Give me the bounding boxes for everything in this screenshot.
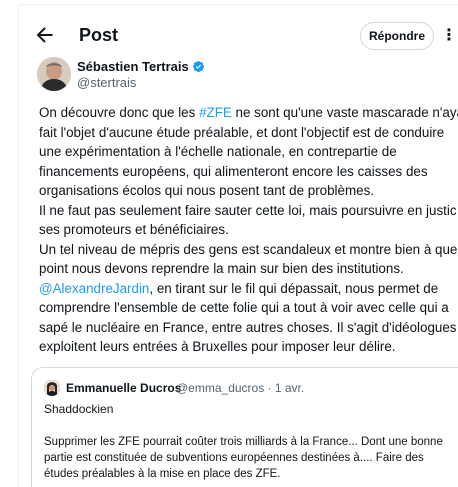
quoted-line: partie est constituée de subventions eur… bbox=[44, 452, 424, 464]
post-text-segment: ne sont qu'une vaste mascarade n'aya bbox=[231, 105, 458, 120]
post-line: ses promoteurs et bénéficiaires. bbox=[39, 222, 229, 237]
quoted-line: études préalables à la mise en place des… bbox=[44, 468, 281, 480]
post-line: fait l'objet d'aucune étude préalable, e… bbox=[39, 124, 445, 140]
post-text: On découvre donc que les #ZFE ne sont qu… bbox=[39, 103, 458, 357]
post-text-segment: On découvre donc que les bbox=[39, 105, 200, 120]
post-line: @AlexandreJardin, en tirant sur le fil q… bbox=[39, 279, 458, 299]
author-handle[interactable]: @stertrais bbox=[77, 75, 136, 90]
post-author: Sébastien Tertrais @stertrais bbox=[33, 57, 453, 97]
post-line: Il ne faut pas seulement faire sauter ce… bbox=[39, 202, 457, 218]
post-line: une expérimentation à l'échelle national… bbox=[39, 144, 397, 159]
author-name-text[interactable]: Sébastien Tertrais bbox=[77, 59, 189, 74]
page-title: Post bbox=[79, 25, 119, 45]
post-line: sapé le nucléaire en France, entre autre… bbox=[39, 319, 458, 335]
top-bar: Post Répondre ⋮ bbox=[19, 13, 458, 57]
post-line: On découvre donc que les #ZFE ne sont qu… bbox=[39, 103, 458, 123]
verified-badge-icon bbox=[192, 60, 205, 73]
post-line: comprendre l'ensemble de cette folie qui… bbox=[39, 300, 449, 315]
hashtag-link[interactable]: #ZFE bbox=[199, 105, 232, 120]
quoted-avatar[interactable] bbox=[44, 380, 60, 396]
quoted-post[interactable]: Emmanuelle Ducros @emma_ducros · 1 avr. … bbox=[31, 367, 458, 487]
back-arrow-icon[interactable] bbox=[33, 23, 57, 47]
author-name[interactable]: Sébastien Tertrais bbox=[77, 59, 205, 74]
post-view: Post Répondre ⋮ Sébastien Tertrais @ster… bbox=[18, 4, 458, 487]
reply-button[interactable]: Répondre bbox=[360, 22, 434, 50]
mention-link[interactable]: @AlexandreJardin bbox=[39, 281, 149, 296]
post-line: financements européens, qui alimenteront… bbox=[39, 163, 428, 179]
more-vertical-icon[interactable]: ⋮ bbox=[441, 25, 457, 45]
post-text-segment: , en tirant sur le fil qui dépassait, no… bbox=[149, 280, 439, 296]
post-line: organisations écolos qui nous posent tan… bbox=[39, 183, 374, 198]
quoted-post-body: Supprimer les ZFE pourrait coûter trois … bbox=[44, 434, 458, 482]
quoted-author-name[interactable]: Emmanuelle Ducros bbox=[66, 381, 181, 395]
avatar[interactable] bbox=[37, 57, 71, 91]
quoted-line: Supprimer les ZFE pourrait coûter trois … bbox=[44, 436, 443, 448]
quoted-post-subtitle: Shaddockien bbox=[44, 402, 114, 416]
post-line: exploitent leurs entrées à Bruxelles pou… bbox=[39, 339, 396, 354]
post-line: Un tel niveau de mépris des gens est sca… bbox=[39, 241, 458, 257]
quoted-author-handle-date[interactable]: @emma_ducros · 1 avr. bbox=[176, 381, 304, 395]
post-line: point nous devons reprendre la main sur … bbox=[39, 261, 404, 276]
